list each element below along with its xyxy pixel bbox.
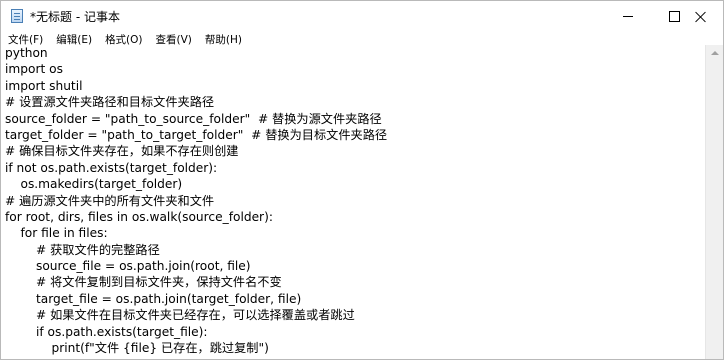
- editor-line: # 获取文件的完整路径: [5, 242, 160, 257]
- editor-line: if os.path.exists(target_file):: [5, 324, 208, 339]
- text-editor[interactable]: python import os import shutil # 设置源文件夹路…: [1, 45, 706, 359]
- editor-line: # 将文件复制到目标文件夹，保持文件名不变: [5, 275, 282, 290]
- editor-line: # 确保目标文件夹存在，如果不存在则创建: [5, 144, 239, 159]
- minimize-button[interactable]: [605, 1, 651, 31]
- editor-line: for file in files:: [5, 226, 108, 241]
- editor-line: # 如果文件在目标文件夹已经存在，可以选择覆盖或者跳过: [5, 308, 355, 323]
- editor-line: # 设置源文件夹路径和目标文件夹路径: [5, 95, 215, 110]
- editor-line: print(f"文件 {file} 已存在，跳过复制"): [5, 341, 269, 356]
- editor-line: target_folder = "path_to_target_folder" …: [5, 127, 388, 142]
- close-button[interactable]: [678, 1, 723, 31]
- notepad-icon: [11, 9, 23, 23]
- editor-line: source_file = os.path.join(root, file): [5, 259, 251, 274]
- editor-line: import os: [5, 62, 63, 77]
- editor-line: target_file = os.path.join(target_folder…: [5, 291, 302, 306]
- editor-line: source_folder = "path_to_source_folder" …: [5, 111, 382, 126]
- close-icon: [695, 11, 706, 22]
- editor-line: python: [5, 46, 48, 60]
- editor-line: # 遍历源文件夹中的所有文件夹和文件: [5, 193, 215, 208]
- scroll-up-arrow-icon[interactable]: [706, 45, 723, 62]
- editor-line: if not os.path.exists(target_folder):: [5, 160, 218, 175]
- notepad-window: *无标题 - 记事本 文件(F) 编辑(E) 格式(O) 查看(V) 帮助(H)…: [0, 0, 724, 360]
- editor-line: import shutil: [5, 78, 83, 93]
- title-bar[interactable]: *无标题 - 记事本: [1, 1, 723, 31]
- minimize-icon: [623, 15, 633, 17]
- window-title: *无标题 - 记事本: [30, 10, 120, 24]
- vertical-scrollbar[interactable]: [705, 45, 723, 359]
- editor-line: for root, dirs, files in os.walk(source_…: [5, 209, 273, 224]
- editor-line: os.makedirs(target_folder): [5, 177, 183, 192]
